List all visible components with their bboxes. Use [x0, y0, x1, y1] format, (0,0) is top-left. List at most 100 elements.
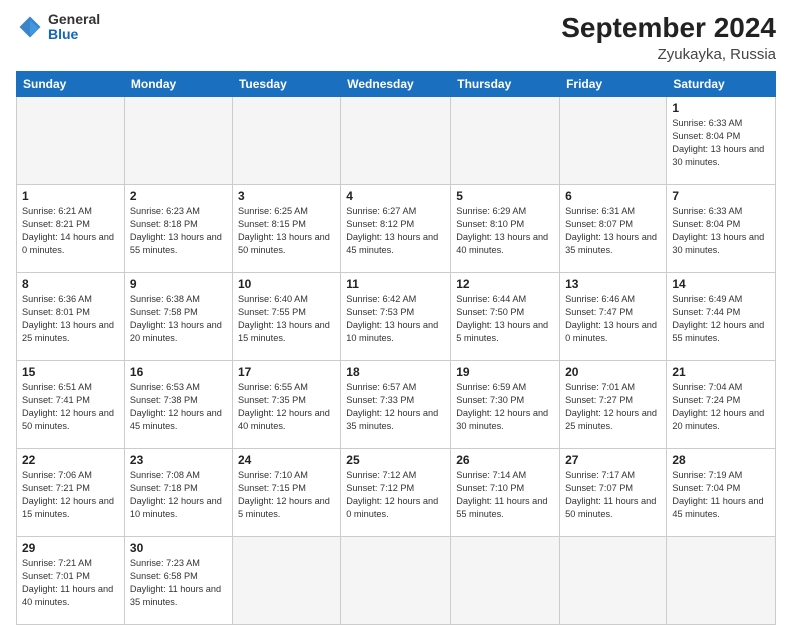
- table-cell: [451, 537, 560, 625]
- day-number: 1: [22, 189, 119, 203]
- day-info: Sunrise: 6:33 AMSunset: 8:04 PMDaylight:…: [672, 117, 770, 169]
- day-number: 10: [238, 277, 335, 291]
- day-info: Sunrise: 7:21 AMSunset: 7:01 PMDaylight:…: [22, 557, 119, 609]
- day-info: Sunrise: 7:23 AMSunset: 6:58 PMDaylight:…: [130, 557, 227, 609]
- day-number: 13: [565, 277, 661, 291]
- day-number: 30: [130, 541, 227, 555]
- day-number: 8: [22, 277, 119, 291]
- table-cell: 13Sunrise: 6:46 AMSunset: 7:47 PMDayligh…: [560, 273, 667, 361]
- day-number: 6: [565, 189, 661, 203]
- table-cell: 19Sunrise: 6:59 AMSunset: 7:30 PMDayligh…: [451, 361, 560, 449]
- day-info: Sunrise: 6:51 AMSunset: 7:41 PMDaylight:…: [22, 381, 119, 433]
- title-location: Zyukayka, Russia: [561, 46, 776, 63]
- day-number: 23: [130, 453, 227, 467]
- day-info: Sunrise: 6:57 AMSunset: 7:33 PMDaylight:…: [346, 381, 445, 433]
- col-wednesday: Wednesday: [341, 72, 451, 97]
- day-number: 26: [456, 453, 554, 467]
- table-cell: 8Sunrise: 6:36 AMSunset: 8:01 PMDaylight…: [17, 273, 125, 361]
- day-info: Sunrise: 7:14 AMSunset: 7:10 PMDaylight:…: [456, 469, 554, 521]
- table-cell: 6 Sunrise: 6:31 AMSunset: 8:07 PMDaylight…: [560, 185, 667, 273]
- logo-icon: [16, 13, 44, 41]
- day-info: Sunrise: 6:33 AMSunset: 8:04 PMDaylight:…: [672, 205, 770, 257]
- col-monday: Monday: [124, 72, 232, 97]
- table-cell: 15 Sunrise: 6:51 AMSunset: 7:41 PMDayligh…: [17, 361, 125, 449]
- table-cell: 3Sunrise: 6:25 AMSunset: 8:15 PMDaylight…: [232, 185, 340, 273]
- day-info: Sunrise: 6:53 AMSunset: 7:38 PMDaylight:…: [130, 381, 227, 433]
- logo-blue-text: Blue: [48, 27, 100, 42]
- table-cell: 18 Sunrise: 6:57 AMSunset: 7:33 PMDayligh…: [341, 361, 451, 449]
- table-cell: 21Sunrise: 7:04 AMSunset: 7:24 PMDayligh…: [667, 361, 776, 449]
- day-number: 16: [130, 365, 227, 379]
- table-cell: 24 Sunrise: 7:10 AMSunset: 7:15 PMDayligh…: [232, 449, 340, 537]
- day-number: 7: [672, 189, 770, 203]
- table-cell: 14 Sunrise: 6:49 AMSunset: 7:44 PMDayligh…: [667, 273, 776, 361]
- day-number: 15: [22, 365, 119, 379]
- table-cell: [341, 537, 451, 625]
- table-cell: 1 Sunrise: 6:33 AMSunset: 8:04 PMDaylight…: [667, 97, 776, 185]
- table-cell: [232, 537, 340, 625]
- table-cell: 17Sunrise: 6:55 AMSunset: 7:35 PMDayligh…: [232, 361, 340, 449]
- day-number: 9: [130, 277, 227, 291]
- page: General Blue September 2024 Zyukayka, Ru…: [0, 0, 792, 612]
- table-row: 8Sunrise: 6:36 AMSunset: 8:01 PMDaylight…: [17, 273, 776, 361]
- table-row: 15 Sunrise: 6:51 AMSunset: 7:41 PMDayligh…: [17, 361, 776, 449]
- day-info: Sunrise: 6:55 AMSunset: 7:35 PMDaylight:…: [238, 381, 335, 433]
- table-cell: 16 Sunrise: 6:53 AMSunset: 7:38 PMDayligh…: [124, 361, 232, 449]
- day-info: Sunrise: 6:31 AMSunset: 8:07 PMDaylight:…: [565, 205, 661, 257]
- day-info: Sunrise: 6:40 AMSunset: 7:55 PMDaylight:…: [238, 293, 335, 345]
- day-info: Sunrise: 6:38 AMSunset: 7:58 PMDaylight:…: [130, 293, 227, 345]
- table-cell: [341, 97, 451, 185]
- table-cell: [560, 97, 667, 185]
- day-info: Sunrise: 7:17 AMSunset: 7:07 PMDaylight:…: [565, 469, 661, 521]
- day-number: 27: [565, 453, 661, 467]
- day-info: Sunrise: 7:10 AMSunset: 7:15 PMDaylight:…: [238, 469, 335, 521]
- day-info: Sunrise: 7:06 AMSunset: 7:21 PMDaylight:…: [22, 469, 119, 521]
- day-number: 12: [456, 277, 554, 291]
- table-cell: 22Sunrise: 7:06 AMSunset: 7:21 PMDayligh…: [17, 449, 125, 537]
- table-cell: [667, 537, 776, 625]
- day-number: 2: [130, 189, 227, 203]
- table-cell: 27 Sunrise: 7:17 AMSunset: 7:07 PMDayligh…: [560, 449, 667, 537]
- table-cell: 20Sunrise: 7:01 AMSunset: 7:27 PMDayligh…: [560, 361, 667, 449]
- table-cell: 2 Sunrise: 6:23 AMSunset: 8:18 PMDaylight…: [124, 185, 232, 273]
- table-cell: [232, 97, 340, 185]
- table-row: 29Sunrise: 7:21 AMSunset: 7:01 PMDayligh…: [17, 537, 776, 625]
- day-info: Sunrise: 7:01 AMSunset: 7:27 PMDaylight:…: [565, 381, 661, 433]
- table-cell: 23 Sunrise: 7:08 AMSunset: 7:18 PMDayligh…: [124, 449, 232, 537]
- table-cell: 4Sunrise: 6:27 AMSunset: 8:12 PMDaylight…: [341, 185, 451, 273]
- header: General Blue September 2024 Zyukayka, Ru…: [16, 12, 776, 63]
- col-sunday: Sunday: [17, 72, 125, 97]
- header-row: Sunday Monday Tuesday Wednesday Thursday…: [17, 72, 776, 97]
- logo: General Blue: [16, 12, 100, 43]
- table-cell: [124, 97, 232, 185]
- day-info: Sunrise: 6:49 AMSunset: 7:44 PMDaylight:…: [672, 293, 770, 345]
- table-row: 1Sunrise: 6:21 AMSunset: 8:21 PMDaylight…: [17, 185, 776, 273]
- col-tuesday: Tuesday: [232, 72, 340, 97]
- table-cell: 29Sunrise: 7:21 AMSunset: 7:01 PMDayligh…: [17, 537, 125, 625]
- day-number: 24: [238, 453, 335, 467]
- table-cell: [560, 537, 667, 625]
- table-cell: 12Sunrise: 6:44 AMSunset: 7:50 PMDayligh…: [451, 273, 560, 361]
- table-cell: [451, 97, 560, 185]
- day-number: 21: [672, 365, 770, 379]
- day-number: 5: [456, 189, 554, 203]
- day-number: 11: [346, 277, 445, 291]
- day-number: 1: [672, 101, 770, 115]
- day-info: Sunrise: 6:25 AMSunset: 8:15 PMDaylight:…: [238, 205, 335, 257]
- table-cell: 9 Sunrise: 6:38 AMSunset: 7:58 PMDaylight…: [124, 273, 232, 361]
- title-block: September 2024 Zyukayka, Russia: [561, 12, 776, 63]
- day-info: Sunrise: 7:19 AMSunset: 7:04 PMDaylight:…: [672, 469, 770, 521]
- calendar-table: Sunday Monday Tuesday Wednesday Thursday…: [16, 71, 776, 625]
- day-info: Sunrise: 7:08 AMSunset: 7:18 PMDaylight:…: [130, 469, 227, 521]
- table-cell: [17, 97, 125, 185]
- day-info: Sunrise: 6:23 AMSunset: 8:18 PMDaylight:…: [130, 205, 227, 257]
- title-month: September 2024: [561, 12, 776, 44]
- table-cell: 5Sunrise: 6:29 AMSunset: 8:10 PMDaylight…: [451, 185, 560, 273]
- day-number: 19: [456, 365, 554, 379]
- day-number: 14: [672, 277, 770, 291]
- table-cell: 11 Sunrise: 6:42 AMSunset: 7:53 PMDayligh…: [341, 273, 451, 361]
- day-info: Sunrise: 6:42 AMSunset: 7:53 PMDaylight:…: [346, 293, 445, 345]
- day-number: 18: [346, 365, 445, 379]
- col-friday: Friday: [560, 72, 667, 97]
- table-cell: 10 Sunrise: 6:40 AMSunset: 7:55 PMDayligh…: [232, 273, 340, 361]
